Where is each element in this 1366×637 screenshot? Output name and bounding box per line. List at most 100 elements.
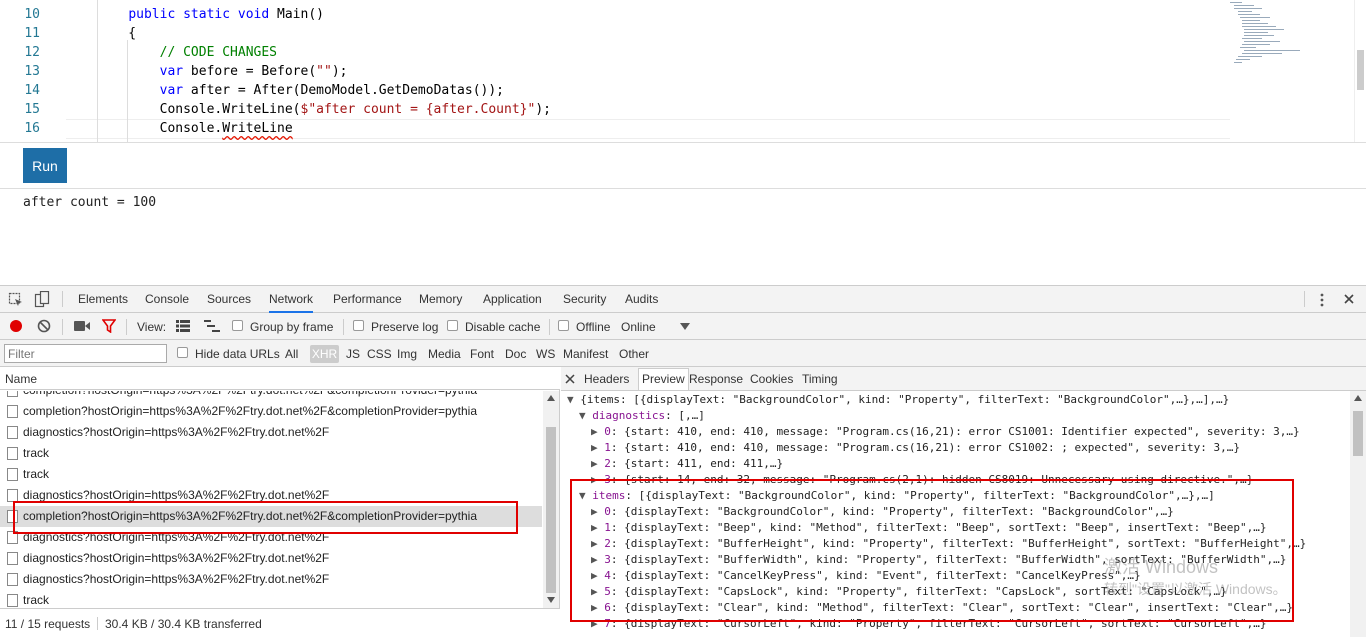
code-line[interactable]: Console.WriteLine($"after count = {after… bbox=[66, 100, 1230, 119]
collapsed-arrow-icon[interactable]: ▶ bbox=[591, 569, 598, 582]
expanded-arrow-icon[interactable]: ▼ bbox=[579, 489, 586, 502]
expanded-arrow-icon[interactable]: ▼ bbox=[567, 393, 574, 406]
scroll-down-arrow-icon[interactable] bbox=[547, 597, 555, 603]
group-by-frame-checkbox[interactable] bbox=[232, 320, 243, 331]
more-options-icon[interactable] bbox=[1316, 292, 1328, 308]
preview-node[interactable]: ▶ 1: {displayText: "Beep", kind: "Method… bbox=[561, 520, 1350, 536]
tab-console[interactable]: Console bbox=[145, 292, 189, 306]
preview-node[interactable]: ▼ {items: [{displayText: "BackgroundColo… bbox=[561, 392, 1350, 408]
device-toolbar-icon[interactable] bbox=[34, 291, 50, 308]
detail-tab-response[interactable]: Response bbox=[689, 372, 743, 386]
run-button[interactable]: Run bbox=[23, 148, 67, 183]
throttling-select[interactable]: Online bbox=[621, 320, 656, 334]
collapsed-arrow-icon[interactable]: ▶ bbox=[591, 601, 598, 614]
close-icon[interactable] bbox=[1343, 293, 1355, 305]
preview-tree[interactable]: ▼ {items: [{displayText: "BackgroundColo… bbox=[561, 391, 1350, 637]
tab-security[interactable]: Security bbox=[563, 292, 606, 306]
request-row[interactable]: diagnostics?hostOrigin=https%3A%2F%2Ftry… bbox=[0, 548, 542, 569]
preview-scrollbar[interactable] bbox=[1350, 391, 1366, 637]
preserve-log-checkbox[interactable] bbox=[353, 320, 364, 331]
request-row[interactable]: diagnostics?hostOrigin=https%3A%2F%2Ftry… bbox=[0, 485, 542, 506]
tab-audits[interactable]: Audits bbox=[625, 292, 658, 306]
preview-node[interactable]: ▶ 2: {displayText: "BufferHeight", kind:… bbox=[561, 536, 1350, 552]
record-icon[interactable] bbox=[9, 319, 23, 333]
request-row[interactable]: completion?hostOrigin=https%3A%2F%2Ftry.… bbox=[0, 506, 542, 527]
filter-type-img[interactable]: Img bbox=[397, 347, 417, 361]
scroll-up-arrow-icon[interactable] bbox=[1354, 395, 1362, 401]
filter-icon[interactable] bbox=[102, 319, 116, 333]
collapsed-arrow-icon[interactable]: ▶ bbox=[591, 585, 598, 598]
tab-elements[interactable]: Elements bbox=[78, 292, 128, 306]
filter-type-font[interactable]: Font bbox=[470, 347, 494, 361]
request-row[interactable]: diagnostics?hostOrigin=https%3A%2F%2Ftry… bbox=[0, 527, 542, 548]
code-line[interactable]: var before = Before(""); bbox=[66, 62, 1230, 81]
request-row[interactable]: completion?hostOrigin=https%3A%2F%2Ftry.… bbox=[0, 391, 542, 401]
preview-node[interactable]: ▼ diagnostics: [,…] bbox=[561, 408, 1350, 424]
collapsed-arrow-icon[interactable]: ▶ bbox=[591, 553, 598, 566]
collapsed-arrow-icon[interactable]: ▶ bbox=[591, 505, 598, 518]
detail-tab-timing[interactable]: Timing bbox=[802, 372, 838, 386]
preview-node[interactable]: ▶ 6: {displayText: "Clear", kind: "Metho… bbox=[561, 600, 1350, 616]
request-row[interactable]: track bbox=[0, 590, 542, 608]
request-row[interactable]: diagnostics?hostOrigin=https%3A%2F%2Ftry… bbox=[0, 422, 542, 443]
scrollbar-thumb[interactable] bbox=[546, 427, 556, 593]
code-line[interactable]: { bbox=[66, 24, 1230, 43]
offline-checkbox[interactable] bbox=[558, 320, 569, 331]
tab-memory[interactable]: Memory bbox=[419, 292, 462, 306]
preview-node[interactable]: ▶ 0: {displayText: "BackgroundColor", ki… bbox=[561, 504, 1350, 520]
preview-node[interactable]: ▼ items: [{displayText: "BackgroundColor… bbox=[561, 488, 1350, 504]
detail-tab-headers[interactable]: Headers bbox=[584, 372, 629, 386]
preview-node[interactable]: ▶ 7: {displayText: "CursorLeft", kind: "… bbox=[561, 616, 1350, 632]
collapsed-arrow-icon[interactable]: ▶ bbox=[591, 473, 598, 486]
preview-node[interactable]: ▶ 1: {start: 410, end: 410, message: "Pr… bbox=[561, 440, 1350, 456]
filter-input[interactable] bbox=[4, 344, 167, 363]
expanded-arrow-icon[interactable]: ▼ bbox=[579, 409, 586, 422]
editor-scrollbar[interactable] bbox=[1354, 0, 1366, 142]
scroll-up-arrow-icon[interactable] bbox=[547, 395, 555, 401]
code-line[interactable]: public static void Main() bbox=[66, 5, 1230, 24]
filter-type-css[interactable]: CSS bbox=[367, 347, 392, 361]
filter-type-doc[interactable]: Doc bbox=[505, 347, 526, 361]
hide-data-urls-checkbox[interactable] bbox=[177, 347, 188, 358]
collapsed-arrow-icon[interactable]: ▶ bbox=[591, 425, 598, 438]
collapsed-arrow-icon[interactable]: ▶ bbox=[591, 457, 598, 470]
collapsed-arrow-icon[interactable]: ▶ bbox=[591, 617, 598, 630]
preview-node[interactable]: ▶ 4: {displayText: "CancelKeyPress", kin… bbox=[561, 568, 1350, 584]
close-detail-icon[interactable] bbox=[565, 374, 575, 384]
disable-cache-checkbox[interactable] bbox=[447, 320, 458, 331]
tab-network[interactable]: Network bbox=[269, 292, 314, 313]
preview-node[interactable]: ▶ 0: {start: 410, end: 410, message: "Pr… bbox=[561, 424, 1350, 440]
collapsed-arrow-icon[interactable]: ▶ bbox=[591, 537, 598, 550]
waterfall-overview-icon[interactable] bbox=[204, 320, 220, 332]
collapsed-arrow-icon[interactable]: ▶ bbox=[591, 521, 598, 534]
filter-type-media[interactable]: Media bbox=[428, 347, 461, 361]
code-editor[interactable]: 10 11 12 13 14 15 16 public static void Main()… bbox=[0, 0, 1366, 143]
preview-node[interactable]: ▶ 5: {displayText: "CapsLock", kind: "Pr… bbox=[561, 584, 1350, 600]
filter-type-all[interactable]: All bbox=[285, 347, 298, 361]
filter-type-manifest[interactable]: Manifest bbox=[563, 347, 608, 361]
code-line[interactable]: var after = After(DemoModel.GetDemoDatas… bbox=[66, 81, 1230, 100]
tab-performance[interactable]: Performance bbox=[333, 292, 402, 306]
minimap[interactable] bbox=[1230, 0, 1350, 70]
request-row[interactable]: completion?hostOrigin=https%3A%2F%2Ftry.… bbox=[0, 401, 542, 422]
preview-node[interactable]: ▶ 3: {start: 14, end: 32, message: "Prog… bbox=[561, 472, 1350, 488]
collapsed-arrow-icon[interactable]: ▶ bbox=[591, 441, 598, 454]
editor-scrollbar-thumb[interactable] bbox=[1357, 50, 1364, 90]
large-rows-icon[interactable] bbox=[176, 320, 190, 332]
filter-type-xhr[interactable]: XHR bbox=[310, 345, 339, 363]
filter-type-js[interactable]: JS bbox=[346, 347, 360, 361]
tab-sources[interactable]: Sources bbox=[207, 292, 251, 306]
screenshot-camera-icon[interactable] bbox=[74, 320, 90, 332]
scrollbar-thumb[interactable] bbox=[1353, 411, 1363, 456]
request-row[interactable]: diagnostics?hostOrigin=https%3A%2F%2Ftry… bbox=[0, 569, 542, 590]
tab-application[interactable]: Application bbox=[483, 292, 542, 306]
request-list-scrollbar[interactable] bbox=[543, 391, 559, 608]
inspect-element-icon[interactable] bbox=[8, 292, 24, 308]
filter-type-other[interactable]: Other bbox=[619, 347, 649, 361]
name-column-header[interactable]: Name bbox=[0, 367, 560, 390]
chevron-down-icon[interactable] bbox=[680, 323, 690, 330]
detail-tab-preview[interactable]: Preview bbox=[638, 368, 689, 390]
detail-tab-cookies[interactable]: Cookies bbox=[750, 372, 793, 386]
request-row[interactable]: track bbox=[0, 464, 542, 485]
preview-node[interactable]: ▶ 3: {displayText: "BufferWidth", kind: … bbox=[561, 552, 1350, 568]
